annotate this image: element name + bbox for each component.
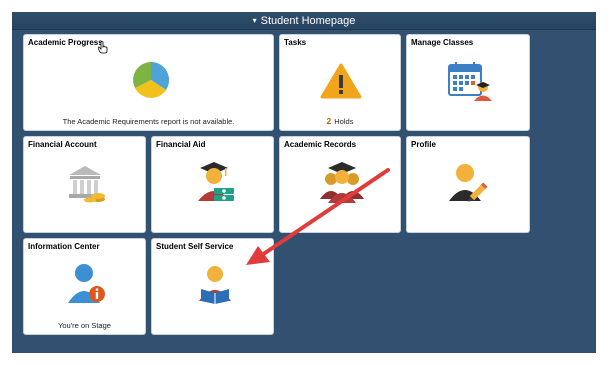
graduates-icon <box>320 162 364 203</box>
holds-count: 2 <box>326 116 332 126</box>
pie-chart-icon <box>133 61 170 98</box>
person-info-icon <box>68 264 105 303</box>
hand-cursor-icon <box>98 41 108 54</box>
tile-title: Profile <box>411 140 436 149</box>
chevron-down-icon[interactable]: ▾ <box>253 16 257 25</box>
tile-title: Academic Progress <box>28 38 103 47</box>
tile-footer: 2 Holds <box>280 116 400 126</box>
calendar-student-icon <box>448 62 492 101</box>
tile-title: Academic Records <box>284 140 357 149</box>
homepage-frame: ▾ Student Homepage Academic Progress The … <box>12 12 596 353</box>
homepage-title-bar[interactable]: ▾ Student Homepage <box>12 12 596 30</box>
tile-information-center[interactable]: Information Center You're on Stage <box>23 238 146 335</box>
tile-academic-progress[interactable]: Academic Progress The Academic Requireme… <box>23 34 274 131</box>
tile-title: Manage Classes <box>411 38 474 47</box>
page-title[interactable]: Student Homepage <box>261 15 356 27</box>
tile-manage-classes[interactable]: Manage Classes <box>406 34 530 131</box>
tile-title: Information Center <box>28 242 100 251</box>
person-pencil-icon <box>449 164 488 202</box>
tile-student-self-service[interactable]: Student Self Service <box>151 238 274 335</box>
tile-academic-records[interactable]: Academic Records <box>279 136 401 233</box>
tile-title: Tasks <box>284 38 307 47</box>
tile-tasks[interactable]: Tasks 2 Holds <box>279 34 401 131</box>
holds-label: Holds <box>334 117 354 126</box>
student-reading-icon <box>199 266 231 304</box>
tile-financial-account[interactable]: Financial Account <box>23 136 146 233</box>
graduate-money-icon <box>198 162 234 201</box>
bank-coins-icon <box>69 166 105 203</box>
tile-title: Financial Aid <box>156 140 206 149</box>
tile-title: Financial Account <box>28 140 97 149</box>
tile-financial-aid[interactable]: Financial Aid <box>151 136 274 233</box>
warning-icon <box>320 63 362 99</box>
tile-title: Student Self Service <box>156 242 234 251</box>
tile-footer: You're on Stage <box>58 321 111 330</box>
tile-footer: The Academic Requirements report is not … <box>62 117 235 126</box>
tile-profile[interactable]: Profile <box>406 136 530 233</box>
